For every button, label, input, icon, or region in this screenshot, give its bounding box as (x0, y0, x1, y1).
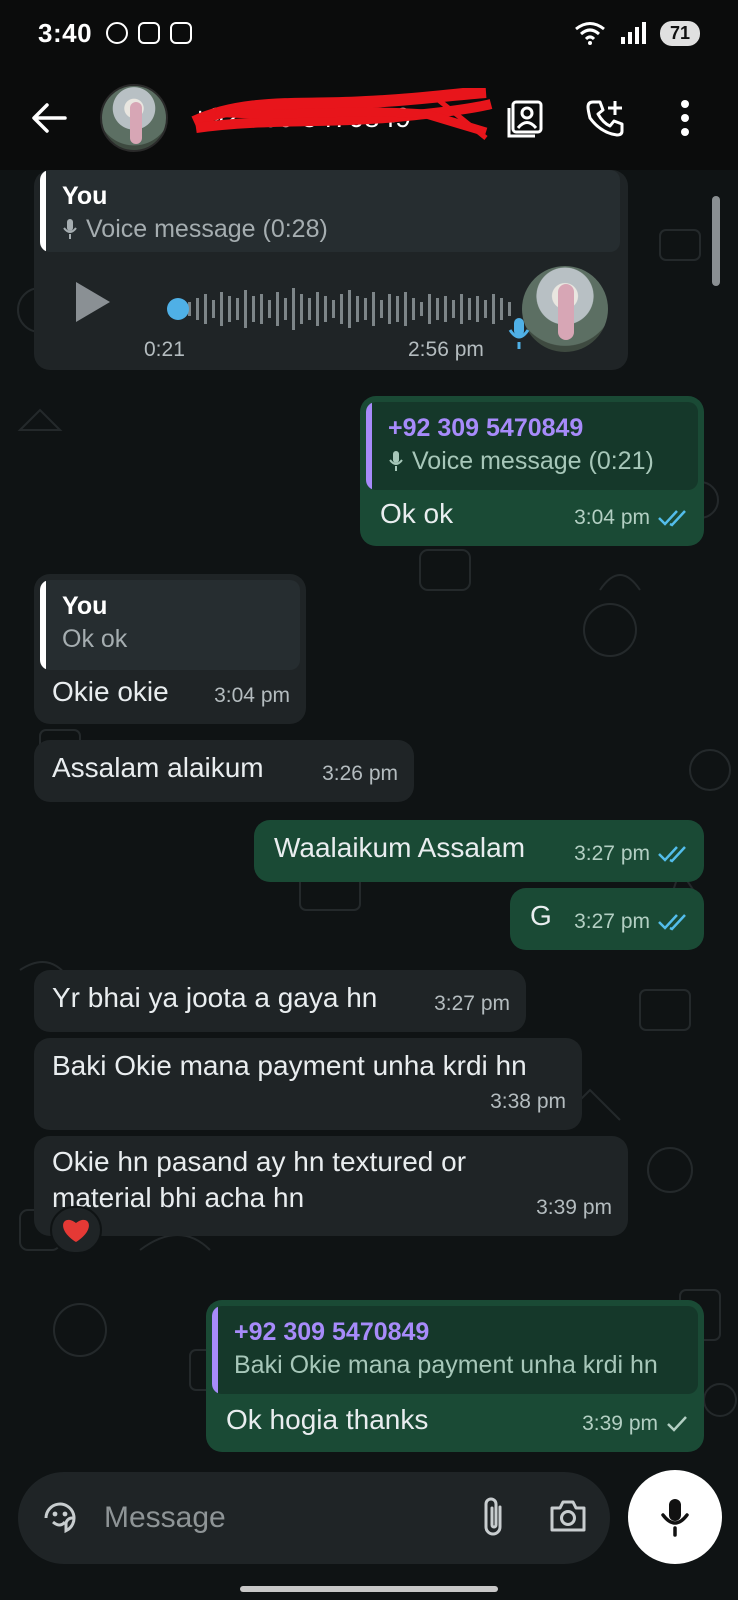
quote-text: Voice message (0:21) (388, 444, 684, 478)
play-button[interactable] (72, 280, 112, 324)
camera-button[interactable] (548, 1498, 588, 1539)
double-tick-read-icon (658, 509, 688, 527)
message-time: 3:27 pm (434, 986, 510, 1022)
chat-area[interactable]: You Voice message (0:28) (0, 170, 738, 1470)
composer-actions (480, 1495, 588, 1542)
message-time: 3:39 pm (536, 1190, 612, 1226)
double-tick-read-icon (658, 913, 688, 931)
battery-indicator: 71 (660, 21, 700, 46)
contact-avatar[interactable] (100, 84, 168, 152)
message-meta: 3:27 pm (574, 836, 688, 872)
message-text: Waalaikum Assalam (274, 830, 525, 866)
message-text-line-1: Okie hn pasand ay hn textured or (52, 1144, 466, 1180)
message-text: Baki Okie mana payment unha krdi hn (52, 1048, 527, 1084)
contact-card-button[interactable] (504, 97, 546, 139)
quote-author: You (62, 590, 286, 622)
outgoing-message[interactable]: G 3:27 pm (510, 888, 704, 950)
play-icon (72, 280, 112, 324)
message-time: 2:56 pm (408, 338, 484, 362)
outgoing-message[interactable]: +92 309 5470849 Baki Okie mana payment u… (206, 1300, 704, 1452)
sender-avatar (522, 266, 608, 352)
wifi-icon (574, 21, 606, 45)
voice-current-time: 0:21 (144, 338, 185, 362)
quote-author: You (62, 180, 606, 212)
double-tick-read-icon (658, 845, 688, 863)
quoted-message[interactable]: You Voice message (0:28) (40, 170, 620, 252)
more-vert-icon (680, 100, 690, 136)
mic-small-icon (62, 218, 78, 240)
quote-author: +92 309 5470849 (234, 1316, 684, 1348)
message-meta: 3:27 pm (574, 904, 688, 940)
shop-notification-icon (170, 22, 192, 44)
message-input[interactable] (104, 1501, 404, 1535)
status-bar: 3:40 71 (0, 0, 738, 66)
quoted-message[interactable]: +92 309 5470849 Baki Okie mana payment u… (212, 1306, 698, 1394)
outgoing-message[interactable]: Waalaikum Assalam 3:27 pm (254, 820, 704, 882)
notification-icons (106, 22, 192, 44)
composer-bar (0, 1470, 738, 1600)
status-time: 3:40 (38, 18, 92, 49)
incoming-message[interactable]: Yr bhai ya joota a gaya hn 3:27 pm (34, 970, 526, 1032)
paperclip-icon (480, 1495, 506, 1537)
message-time: 3:04 pm (214, 678, 290, 714)
message-time: 3:26 pm (322, 756, 398, 792)
single-tick-sent-icon (666, 1415, 688, 1433)
more-options-button[interactable] (664, 97, 706, 139)
reaction-badge[interactable] (50, 1206, 102, 1254)
add-call-button[interactable] (584, 97, 626, 139)
status-right: 71 (574, 21, 700, 46)
camera-icon (548, 1498, 588, 1534)
contact-name[interactable]: +92 309 5470849 (192, 102, 472, 134)
playback-position[interactable] (167, 298, 189, 320)
incoming-message[interactable]: Okie hn pasand ay hn textured or materia… (34, 1136, 628, 1236)
chat-header: +92 309 5470849 (0, 66, 738, 170)
quote-text: Ok ok (62, 622, 286, 656)
quote-author: +92 309 5470849 (388, 412, 684, 444)
home-indicator[interactable] (240, 1586, 498, 1592)
header-actions (504, 97, 706, 139)
redaction-scribble (186, 88, 496, 142)
message-time: 3:38 pm (490, 1084, 566, 1120)
contact-card-icon (505, 98, 545, 138)
scrollbar-thumb[interactable] (712, 196, 720, 286)
message-text: Ok ok (380, 496, 453, 532)
message-meta: 3:04 pm (574, 500, 688, 536)
heart-icon (61, 1217, 91, 1243)
message-text: Okie okie (52, 674, 169, 710)
screenshot-notification-icon (138, 22, 160, 44)
quote-text: Baki Okie mana payment unha krdi hn (234, 1348, 684, 1382)
back-button[interactable] (14, 83, 84, 153)
message-text: Ok hogia thanks (226, 1402, 428, 1438)
arrow-left-icon (31, 102, 67, 134)
message-meta: 3:39 pm (582, 1406, 688, 1442)
whatsapp-notification-icon (106, 22, 128, 44)
quote-text: Voice message (0:28) (62, 212, 606, 246)
incoming-message[interactable]: Assalam alaikum 3:26 pm (34, 740, 414, 802)
mic-small-icon (388, 450, 404, 472)
voice-waveform[interactable] (164, 284, 534, 334)
outgoing-message[interactable]: +92 309 5470849 Voice message (0:21) Ok … (360, 396, 704, 546)
quoted-message[interactable]: +92 309 5470849 Voice message (0:21) (366, 402, 698, 490)
incoming-message[interactable]: You Ok ok Okie okie 3:04 pm (34, 574, 306, 724)
message-text: G (530, 898, 552, 934)
attach-button[interactable] (480, 1495, 506, 1542)
voice-record-button[interactable] (628, 1470, 722, 1564)
incoming-message[interactable]: Baki Okie mana payment unha krdi hn 3:38… (34, 1038, 582, 1130)
message-text: Assalam alaikum (52, 750, 264, 786)
signal-icon (620, 21, 646, 45)
quoted-message[interactable]: You Ok ok (40, 580, 300, 670)
add-call-icon (585, 98, 625, 138)
incoming-voice-message[interactable]: You Voice message (0:28) (34, 170, 628, 370)
message-text: Yr bhai ya joota a gaya hn (52, 980, 377, 1016)
mic-badge-icon (508, 316, 530, 350)
mic-icon (660, 1497, 690, 1537)
sticker-icon[interactable] (40, 1498, 80, 1538)
message-composer[interactable] (18, 1472, 610, 1564)
